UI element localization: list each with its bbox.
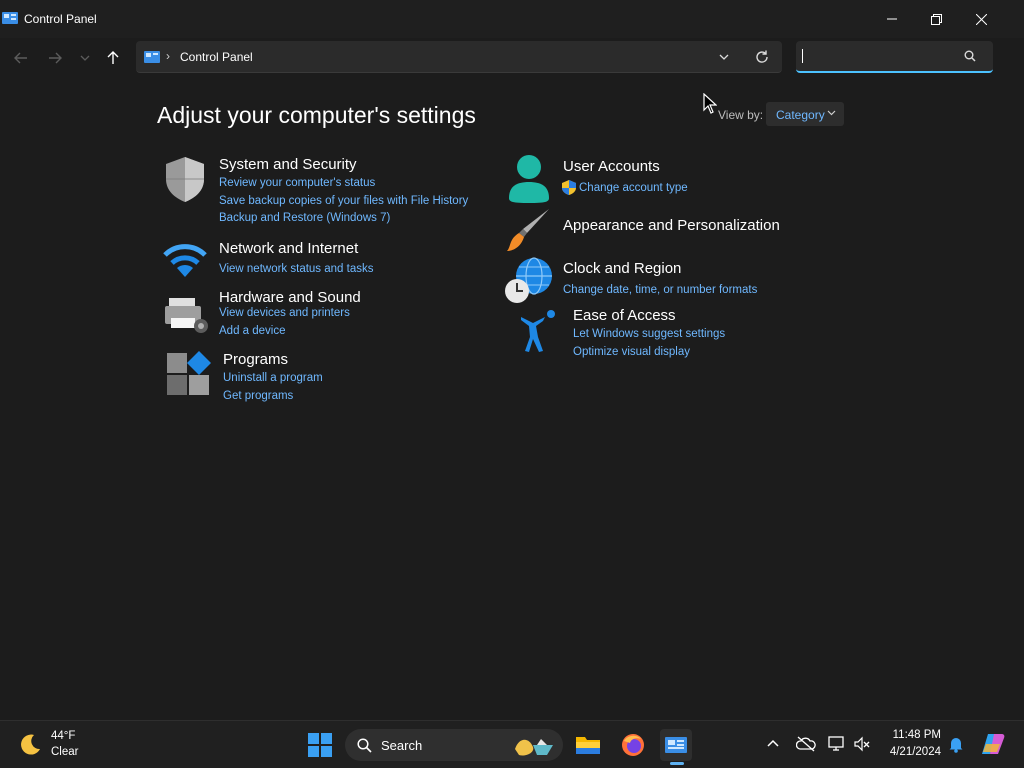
arrow-left-icon — [14, 52, 27, 64]
accessibility-icon[interactable] — [519, 309, 559, 353]
chevron-down-icon — [827, 110, 836, 116]
link-review-status[interactable]: Review your computer's status — [219, 177, 375, 189]
chevron-down-icon — [80, 55, 90, 61]
link-optimize-display[interactable]: Optimize visual display — [573, 346, 690, 358]
control-panel-icon — [665, 737, 687, 753]
breadcrumb-control-panel[interactable]: Control Panel — [180, 50, 253, 64]
category-clock-region[interactable]: Clock and Region — [563, 260, 681, 277]
breadcrumb-separator: › — [166, 49, 170, 63]
close-icon — [975, 13, 987, 25]
firefox-button[interactable] — [617, 729, 649, 761]
paintbrush-icon[interactable] — [505, 207, 551, 253]
arrow-right-icon — [49, 52, 62, 64]
moon-icon — [21, 734, 40, 755]
taskbar: 44°F Clear Search 11:48 PM 4/21/2024 — [0, 720, 1024, 768]
wifi-icon[interactable] — [160, 241, 210, 279]
window-title: Control Panel — [24, 12, 97, 26]
control-panel-taskbar-button[interactable] — [660, 729, 692, 765]
uac-shield-icon — [562, 180, 576, 195]
refresh-icon[interactable] — [754, 49, 770, 65]
link-devices-printers[interactable]: View devices and printers — [219, 307, 350, 319]
link-get-programs[interactable]: Get programs — [223, 390, 293, 402]
link-file-history[interactable]: Save backup copies of your files with Fi… — [219, 195, 468, 207]
close-button[interactable] — [961, 8, 1001, 30]
link-network-status[interactable]: View network status and tasks — [219, 263, 373, 275]
view-by-dropdown[interactable]: Category — [766, 102, 844, 126]
chevron-up-icon[interactable] — [766, 735, 780, 753]
search-icon[interactable] — [964, 50, 976, 62]
clock-time: 11:48 PM — [892, 729, 941, 741]
firefox-icon — [622, 734, 644, 756]
title-bar: Control Panel — [0, 0, 1024, 38]
category-system-security[interactable]: System and Security — [219, 156, 357, 173]
link-backup-restore[interactable]: Backup and Restore (Windows 7) — [219, 212, 390, 224]
notification-bell-icon[interactable] — [948, 735, 964, 753]
up-button[interactable] — [102, 48, 124, 68]
clock-date: 4/21/2024 — [889, 746, 941, 758]
view-by-label: View by: — [718, 108, 764, 122]
search-icon — [357, 738, 372, 753]
control-panel-icon — [144, 51, 160, 63]
category-network-internet[interactable]: Network and Internet — [219, 240, 358, 257]
category-programs[interactable]: Programs — [223, 351, 288, 368]
search-input[interactable] — [796, 41, 993, 73]
page-title: Adjust your computer's settings — [157, 102, 476, 128]
category-hardware-sound[interactable]: Hardware and Sound — [219, 289, 361, 306]
network-icon[interactable] — [828, 735, 846, 753]
minimize-button[interactable] — [872, 8, 912, 30]
link-change-account-type[interactable]: Change account type — [579, 182, 688, 194]
user-icon[interactable] — [507, 154, 551, 204]
arrow-up-icon — [107, 51, 119, 64]
programs-icon[interactable] — [166, 350, 212, 396]
text-caret — [802, 49, 803, 63]
category-appearance[interactable]: Appearance and Personalization — [563, 217, 780, 234]
minimize-icon — [887, 18, 897, 20]
address-bar[interactable]: › Control Panel — [136, 41, 782, 73]
file-explorer-button[interactable] — [572, 729, 604, 761]
link-suggest-settings[interactable]: Let Windows suggest settings — [573, 328, 725, 340]
onedrive-offline-icon[interactable] — [796, 735, 816, 753]
taskbar-search-label: Search — [381, 738, 423, 753]
back-button[interactable] — [10, 48, 32, 68]
shield-icon[interactable] — [162, 155, 208, 203]
forward-button[interactable] — [44, 48, 66, 68]
folder-icon — [576, 737, 600, 754]
mouse-cursor-icon — [703, 93, 717, 114]
category-ease-of-access[interactable]: Ease of Access — [573, 307, 676, 324]
view-by-value: Category — [776, 108, 825, 122]
windows-logo-icon — [308, 733, 332, 757]
chevron-down-icon[interactable] — [718, 49, 730, 65]
recent-locations-button[interactable] — [74, 48, 96, 68]
link-date-time-formats[interactable]: Change date, time, or number formats — [563, 284, 757, 296]
printer-icon[interactable] — [163, 296, 209, 334]
globe-clock-icon[interactable] — [503, 257, 555, 305]
category-user-accounts[interactable]: User Accounts — [563, 158, 660, 175]
weather-temperature: 44°F — [51, 730, 76, 742]
taskbar-search[interactable]: Search — [345, 729, 563, 761]
link-uninstall-program[interactable]: Uninstall a program — [223, 372, 323, 384]
weather-condition: Clear — [51, 746, 79, 758]
restore-button[interactable] — [916, 8, 956, 30]
search-highlight-icon — [515, 739, 553, 756]
control-panel-icon — [2, 12, 18, 24]
link-add-device[interactable]: Add a device — [219, 325, 286, 337]
volume-muted-icon[interactable] — [853, 735, 871, 753]
restore-icon — [930, 13, 942, 25]
start-button[interactable] — [304, 729, 336, 761]
copilot-icon[interactable] — [980, 732, 1006, 756]
